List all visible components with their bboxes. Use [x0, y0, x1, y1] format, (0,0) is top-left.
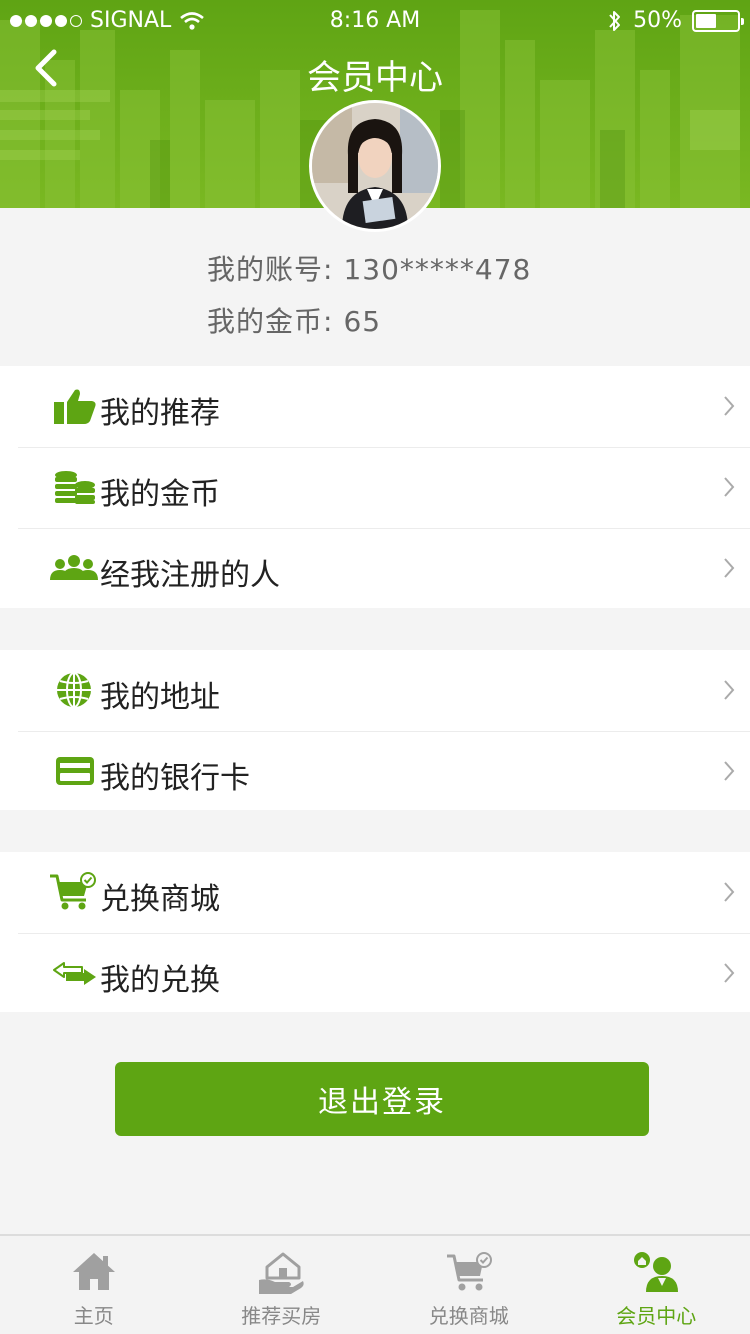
tab-bar: 主页 推荐买房 兑换商城 会员中心 — [0, 1234, 750, 1334]
exchange-icon — [53, 962, 96, 985]
coins-icon — [55, 471, 95, 504]
avatar-image — [312, 103, 438, 229]
tab-home[interactable]: 主页 — [0, 1236, 188, 1334]
home-icon — [72, 1253, 115, 1290]
account-label: 我的账号: — [207, 253, 334, 286]
battery-percent: 50% — [633, 8, 682, 33]
chevron-right-icon — [724, 477, 735, 497]
chevron-right-icon — [724, 396, 735, 416]
battery-fill — [696, 13, 716, 28]
tab-exchange-mall[interactable]: 兑换商城 — [375, 1236, 563, 1334]
tab-label: 会员中心 — [616, 1304, 697, 1328]
bluetooth-icon — [609, 10, 621, 31]
menu-item-label: 我的金币 — [100, 477, 220, 512]
page-title: 会员中心 — [307, 58, 443, 98]
cart-icon — [446, 1252, 492, 1291]
thumbs-up-icon — [54, 389, 96, 424]
menu-item-label: 我的推荐 — [100, 396, 220, 431]
menu-item-label: 我的兑换 — [100, 963, 220, 998]
account-value: 130*****478 — [343, 253, 532, 286]
house-hand-icon — [259, 1252, 304, 1294]
battery-icon — [692, 9, 744, 32]
menu-item-label: 我的银行卡 — [100, 761, 250, 796]
status-bar: SIGNAL 8:16 AM 50% — [0, 0, 750, 40]
logout-button[interactable]: 退出登录 — [115, 1062, 649, 1136]
chevron-right-icon — [724, 882, 735, 902]
tab-recommend-buy-house[interactable]: 推荐买房 — [188, 1236, 376, 1334]
menu-item-my-address[interactable]: 我的地址 — [0, 650, 750, 731]
menu-item-my-exchanges[interactable]: 我的兑换 — [0, 933, 750, 1014]
menu-item-referred-users[interactable]: 经我注册的人 — [0, 528, 750, 609]
coins-label: 我的金币: — [207, 305, 334, 338]
menu-item-exchange-mall[interactable]: 兑换商城 — [0, 852, 750, 933]
status-right: 50% — [607, 8, 744, 33]
coins-row: 我的金币: 65 — [207, 300, 381, 340]
tab-label: 推荐买房 — [241, 1304, 322, 1328]
menu-item-bank-card[interactable]: 我的银行卡 — [0, 731, 750, 812]
globe-icon — [57, 672, 91, 708]
avatar[interactable] — [309, 100, 441, 232]
coins-value: 65 — [343, 305, 382, 338]
chevron-right-icon — [724, 680, 735, 700]
menu-group-3: 兑换商城 我的兑换 — [0, 852, 750, 1012]
tab-label: 主页 — [73, 1304, 114, 1328]
bank-card-icon — [56, 757, 94, 785]
chevron-right-icon — [724, 558, 735, 578]
menu-item-label: 经我注册的人 — [100, 558, 280, 593]
tab-label: 兑换商城 — [428, 1304, 509, 1328]
menu-group-1: 我的推荐 我的金币 经我注册的人 — [0, 366, 750, 608]
chevron-right-icon — [724, 963, 735, 983]
menu-group-2: 我的地址 我的银行卡 — [0, 650, 750, 810]
cart-check-icon — [50, 872, 96, 910]
tab-member-center[interactable]: 会员中心 — [563, 1236, 750, 1334]
account-row: 我的账号: 130*****478 — [207, 248, 531, 288]
menu-item-label: 兑换商城 — [100, 882, 220, 917]
users-icon — [50, 555, 98, 580]
menu-item-my-recommendations[interactable]: 我的推荐 — [0, 366, 750, 447]
menu-item-label: 我的地址 — [100, 680, 220, 715]
member-icon — [634, 1252, 679, 1292]
chevron-right-icon — [724, 761, 735, 781]
menu-item-my-coins[interactable]: 我的金币 — [0, 447, 750, 528]
